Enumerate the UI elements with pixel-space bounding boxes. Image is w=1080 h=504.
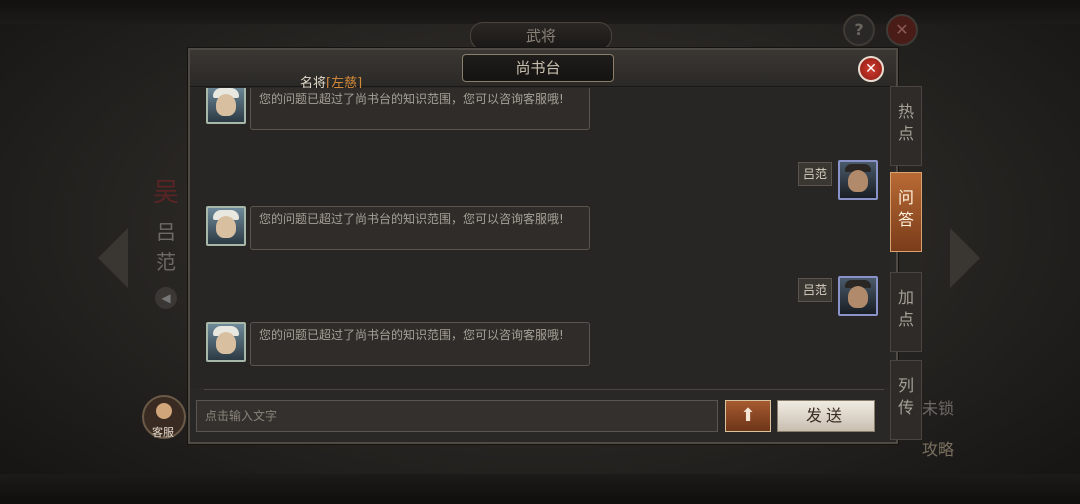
top-close-button[interactable]: ✕ [886, 14, 918, 46]
bottom-bar [0, 474, 1080, 504]
up-arrow-button[interactable]: ⬆ [725, 400, 771, 432]
tab-points[interactable]: 加点 [890, 272, 922, 352]
message-bubble: 您的问题已超过了尚书台的知识范围，您可以咨询客服哦! [250, 322, 590, 366]
user-name-tag: 吕范 [798, 162, 832, 186]
hero-name: 吕范 [156, 220, 176, 274]
hero-card: 吴 吕范 [148, 172, 184, 277]
next-hero-arrow-icon[interactable] [950, 228, 980, 288]
close-button[interactable]: ✕ [858, 56, 884, 82]
chat-area[interactable]: 您的问题已超过了尚书台的知识范围，您可以咨询客服哦! 吕范 您的问题已超过了尚书… [190, 88, 890, 388]
shangshutai-panel: 尚书台 名将[左慈] ✕ 您的问题已超过了尚书台的知识范围，您可以咨询客服哦! … [188, 48, 898, 444]
bot-avatar-icon [206, 322, 246, 362]
prev-hero-arrow-icon[interactable] [98, 228, 128, 288]
panel-title: 尚书台 [462, 54, 614, 82]
message-input[interactable]: 点击输入文字 [196, 400, 718, 432]
user-avatar-icon [838, 276, 878, 316]
message-bubble: 您的问题已超过了尚书台的知识范围，您可以咨询客服哦! [250, 88, 590, 130]
send-button[interactable]: 发送 [777, 400, 875, 432]
guide-label[interactable]: 攻略 [922, 436, 954, 460]
bot-avatar-icon [206, 88, 246, 124]
customer-service-icon [156, 403, 172, 419]
tab-biography[interactable]: 列传 [890, 360, 922, 440]
panel-header: 尚书台 名将[左慈] ✕ [190, 50, 896, 91]
user-name-tag: 吕范 [798, 278, 832, 302]
top-bar [0, 0, 1080, 24]
tab-hot[interactable]: 热点 [890, 86, 922, 166]
user-avatar-icon [838, 160, 878, 200]
help-button[interactable]: ? [843, 14, 875, 46]
message-bubble: 您的问题已超过了尚书台的知识范围，您可以咨询客服哦! [250, 206, 590, 250]
bot-avatar-icon [206, 206, 246, 246]
customer-service-label: 客服 [152, 426, 174, 439]
tab-qa[interactable]: 问答 [890, 172, 922, 252]
page-title: 武将 [470, 22, 612, 50]
unlock-label[interactable]: 未锁 [922, 395, 954, 419]
divider [204, 389, 884, 390]
sound-icon[interactable]: ◀ [155, 287, 177, 309]
nation-badge: 吴 [152, 178, 179, 208]
